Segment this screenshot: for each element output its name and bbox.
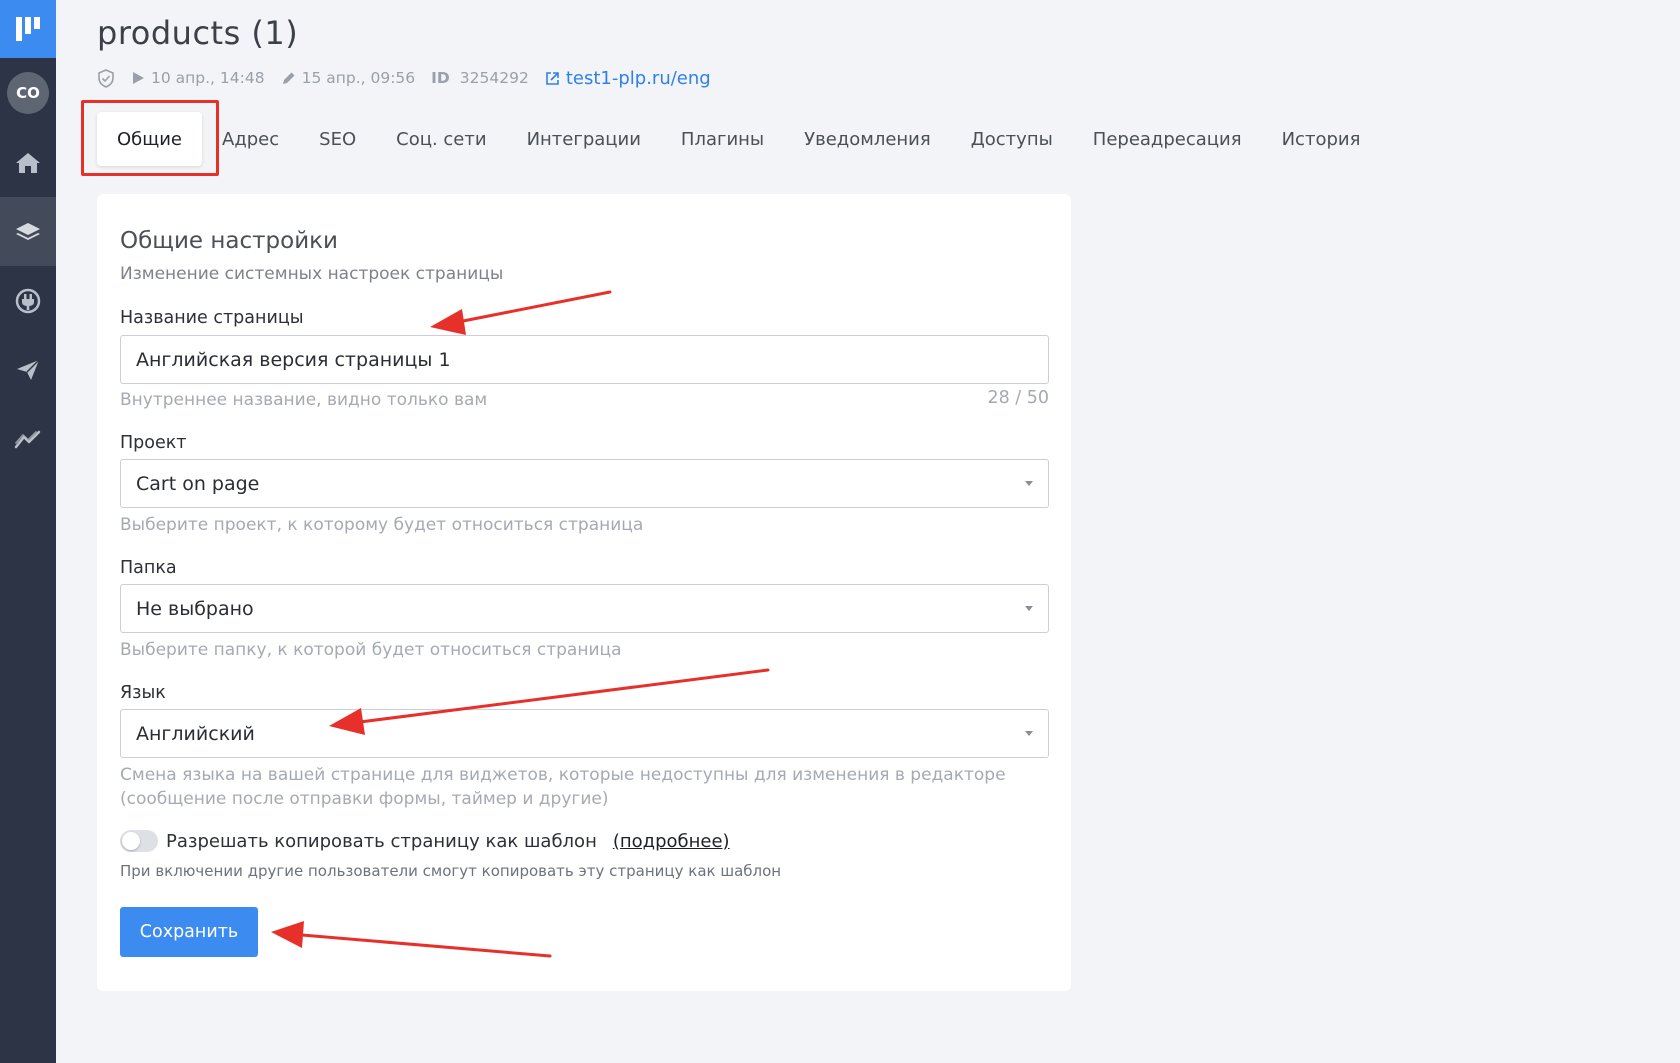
language-hint-line-2: (сообщение после отправки формы, таймер … xyxy=(120,789,609,809)
toggle-knob xyxy=(122,832,140,850)
sidebar-item-analytics[interactable] xyxy=(0,404,56,473)
tab-general[interactable]: Общие xyxy=(97,112,202,166)
tab-plugins[interactable]: Плагины xyxy=(661,112,784,166)
page-name-value: Английская версия страницы 1 xyxy=(136,348,451,371)
project-select[interactable]: Cart on page xyxy=(120,459,1049,508)
pencil-icon xyxy=(282,72,295,84)
sidebar-item-home[interactable] xyxy=(0,128,56,197)
page-name-counter: 28 / 50 xyxy=(987,388,1049,408)
language-value: Английский xyxy=(136,722,255,745)
published-date-text: 10 апр., 14:48 xyxy=(151,69,265,87)
tab-access[interactable]: Доступы xyxy=(951,112,1073,166)
page-url-text: test1-plp.ru/eng xyxy=(565,67,711,89)
tab-bar: Общие Адрес SEO Соц. сети Интеграции Пла… xyxy=(97,112,1380,166)
avatar[interactable]: CO xyxy=(7,72,49,114)
page-meta: 10 апр., 14:48 15 апр., 09:56 ID 3254292… xyxy=(97,66,711,90)
page-id-label: ID xyxy=(431,69,450,87)
send-icon xyxy=(17,358,40,380)
language-hint-line-1: Смена языка на вашей странице для виджет… xyxy=(120,765,1006,785)
page-url-link[interactable]: test1-plp.ru/eng xyxy=(545,68,711,89)
language-select[interactable]: Английский xyxy=(120,709,1049,758)
sidebar-item-integrations[interactable] xyxy=(0,266,56,335)
tab-notifications[interactable]: Уведомления xyxy=(784,112,951,166)
home-icon xyxy=(16,152,40,173)
copy-template-more-link[interactable]: (подробнее) xyxy=(613,831,730,852)
page-id-value: 3254292 xyxy=(459,69,529,87)
card-subtitle: Изменение системных настроек страницы xyxy=(120,264,504,284)
folder-value: Не выбрано xyxy=(136,597,254,620)
tab-seo[interactable]: SEO xyxy=(299,112,376,166)
logo-icon xyxy=(16,17,40,41)
project-label: Проект xyxy=(120,433,187,453)
card-title: Общие настройки xyxy=(120,228,338,254)
play-icon xyxy=(133,72,144,84)
published-date: 10 апр., 14:48 xyxy=(131,69,265,87)
page-name-label: Название страницы xyxy=(120,308,304,328)
shield-check-icon xyxy=(98,68,114,88)
edited-date: 15 апр., 09:56 xyxy=(281,69,416,87)
folder-label: Папка xyxy=(120,558,177,578)
copy-template-hint: При включении другие пользователи смогут… xyxy=(120,862,782,880)
save-button[interactable]: Сохранить xyxy=(120,907,258,957)
app-logo[interactable] xyxy=(0,0,56,58)
copy-template-toggle[interactable] xyxy=(120,830,158,852)
ssl-status xyxy=(97,68,115,88)
tab-history[interactable]: История xyxy=(1262,112,1381,166)
copy-template-label: Разрешать копировать страницу как шаблон xyxy=(166,830,597,852)
chevron-down-icon xyxy=(1025,606,1033,611)
tab-integrations[interactable]: Интеграции xyxy=(507,112,661,166)
folder-hint: Выберите папку, к которой будет относить… xyxy=(120,640,622,660)
plug-icon xyxy=(15,288,41,313)
tab-social[interactable]: Соц. сети xyxy=(376,112,506,166)
sidebar-item-pages[interactable] xyxy=(0,197,56,266)
external-link-icon xyxy=(546,71,559,85)
sidebar-item-mailing[interactable] xyxy=(0,335,56,404)
sidebar: CO xyxy=(0,0,56,1063)
tab-address[interactable]: Адрес xyxy=(202,112,299,166)
project-hint: Выберите проект, к которому будет относи… xyxy=(120,515,644,535)
copy-template-row: Разрешать копировать страницу как шаблон… xyxy=(120,830,730,852)
project-value: Cart on page xyxy=(136,472,260,495)
general-settings-card: Общие настройки Изменение системных наст… xyxy=(97,194,1071,991)
language-label: Язык xyxy=(120,683,166,703)
page-id: ID 3254292 xyxy=(431,69,529,87)
edited-date-text: 15 апр., 09:56 xyxy=(301,69,416,87)
analytics-icon xyxy=(14,430,41,448)
chevron-down-icon xyxy=(1025,731,1033,736)
folder-select[interactable]: Не выбрано xyxy=(120,584,1049,633)
chevron-down-icon xyxy=(1025,481,1033,486)
page-title: products (1) xyxy=(97,14,299,52)
tab-redirect[interactable]: Переадресация xyxy=(1073,112,1262,166)
page-name-input[interactable]: Английская версия страницы 1 xyxy=(120,335,1049,384)
page-name-hint: Внутреннее название, видно только вам xyxy=(120,390,488,410)
language-hint: Смена языка на вашей странице для виджет… xyxy=(120,763,1006,811)
layers-icon xyxy=(16,222,40,240)
